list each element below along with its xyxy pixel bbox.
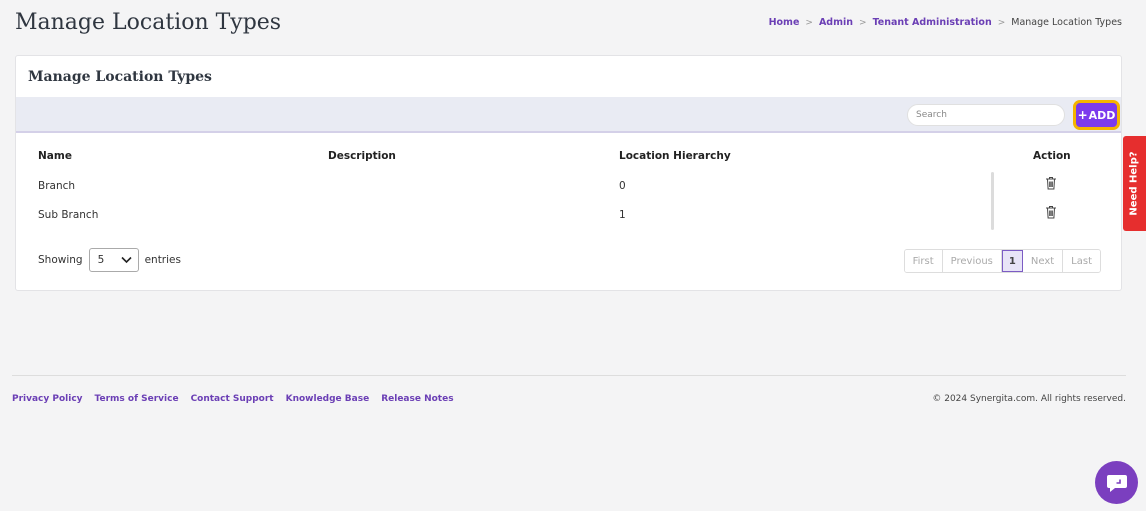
- pagination-last[interactable]: Last: [1063, 250, 1100, 272]
- breadcrumb-separator-icon: >: [997, 17, 1006, 28]
- pagination: First Previous 1 Next Last: [903, 249, 1101, 273]
- entries-select-value: 5: [97, 254, 105, 266]
- pagination-first[interactable]: First: [904, 250, 943, 272]
- trash-icon[interactable]: [1045, 176, 1057, 190]
- add-button[interactable]: + ADD: [1073, 100, 1120, 130]
- pagination-page-current[interactable]: 1: [1001, 250, 1023, 272]
- breadcrumb: Home > Admin > Tenant Administration > M…: [769, 17, 1122, 28]
- pagination-next[interactable]: Next: [1022, 250, 1064, 272]
- footer-links: Privacy Policy Terms of Service Contact …: [12, 394, 454, 404]
- footer-link-contact[interactable]: Contact Support: [191, 394, 274, 404]
- need-help-tab[interactable]: Need Help?: [1123, 136, 1146, 231]
- footer-link-release-notes[interactable]: Release Notes: [381, 394, 453, 404]
- need-help-label: Need Help?: [1129, 151, 1140, 216]
- chat-icon: [1106, 474, 1127, 492]
- footer-link-terms[interactable]: Terms of Service: [95, 394, 179, 404]
- breadcrumb-separator-icon: >: [805, 17, 813, 28]
- pagination-previous[interactable]: Previous: [942, 250, 1002, 272]
- breadcrumb-admin[interactable]: Admin: [819, 17, 853, 28]
- footer-divider: [12, 375, 1126, 376]
- plus-icon: +: [1077, 108, 1088, 122]
- page-title: Manage Location Types: [15, 10, 282, 35]
- column-header-name[interactable]: Name: [38, 150, 72, 162]
- add-button-label: ADD: [1088, 108, 1116, 122]
- entries-length-control: Showing 5 entries: [38, 248, 181, 272]
- chevron-down-icon: [121, 256, 132, 264]
- copyright-text: © 2024 Synergita.com. All rights reserve…: [932, 394, 1126, 404]
- entries-select[interactable]: 5: [88, 248, 139, 272]
- breadcrumb-home[interactable]: Home: [769, 17, 800, 28]
- table-scrollbar[interactable]: [991, 172, 994, 230]
- breadcrumb-current: Manage Location Types: [1011, 17, 1122, 28]
- table-row-hierarchy: 0: [619, 180, 626, 192]
- entries-label: entries: [144, 254, 181, 266]
- showing-label: Showing: [38, 254, 83, 266]
- table-toolbar: + ADD: [16, 97, 1121, 133]
- breadcrumb-separator-icon: >: [859, 17, 867, 28]
- chat-button[interactable]: [1095, 461, 1138, 504]
- table-row-name: Sub Branch: [38, 209, 99, 221]
- breadcrumb-tenant-administration[interactable]: Tenant Administration: [873, 17, 992, 28]
- table-row-hierarchy: 1: [619, 209, 626, 221]
- column-header-description[interactable]: Description: [328, 150, 396, 162]
- trash-icon[interactable]: [1045, 205, 1057, 219]
- column-header-action: Action: [1033, 150, 1071, 162]
- table-row-name: Branch: [38, 180, 76, 192]
- search-input[interactable]: [907, 104, 1065, 126]
- card-title: Manage Location Types: [28, 69, 212, 85]
- column-header-hierarchy[interactable]: Location Hierarchy: [619, 150, 731, 162]
- footer-link-knowledge-base[interactable]: Knowledge Base: [286, 394, 370, 404]
- location-types-card: Manage Location Types + ADD Name Descrip…: [15, 55, 1122, 291]
- footer-link-privacy[interactable]: Privacy Policy: [12, 394, 83, 404]
